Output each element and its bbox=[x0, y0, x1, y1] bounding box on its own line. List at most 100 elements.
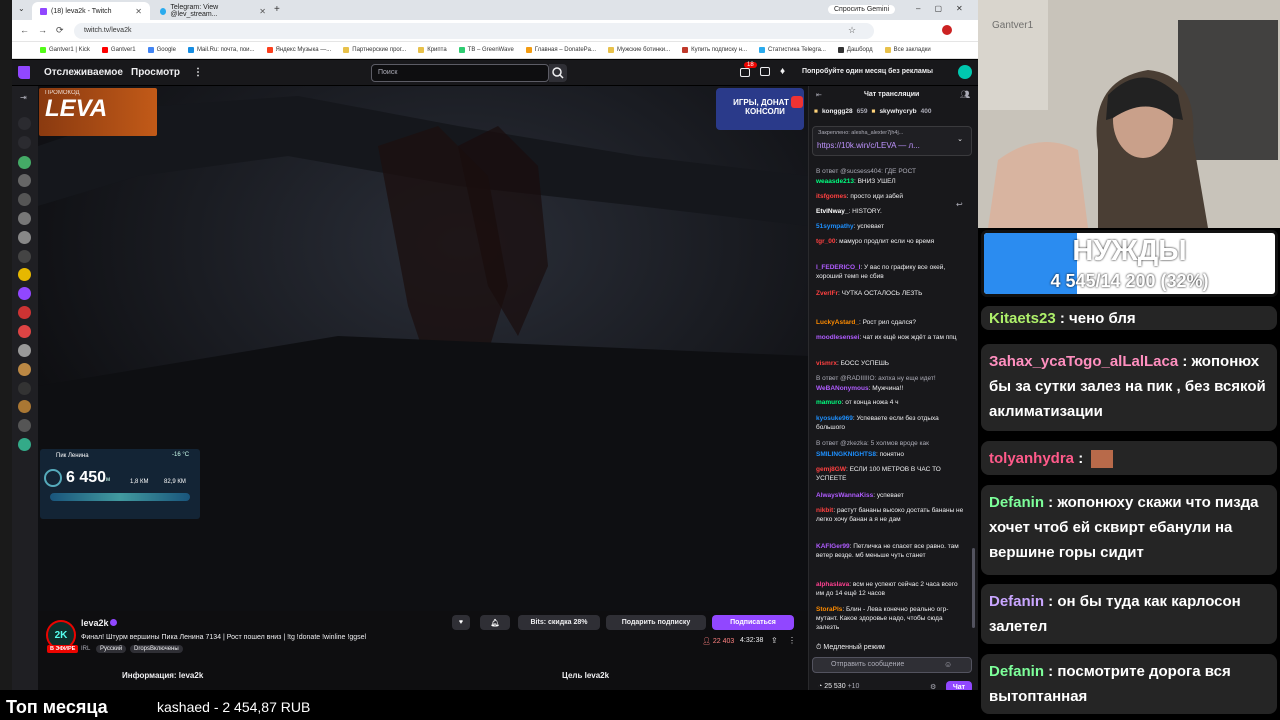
tab-telegram[interactable]: Telegram: View @lev_stream... ✕ bbox=[152, 2, 274, 20]
bookmark-item[interactable]: Mail.Ru: почта, пои... bbox=[187, 47, 255, 53]
chat-username[interactable]: WeBANonymous bbox=[816, 385, 869, 392]
chat-scrollbar[interactable] bbox=[972, 548, 975, 628]
bookmark-item[interactable]: TB – GreenWave bbox=[458, 47, 514, 53]
chat-users-icon[interactable]: 👥︎ bbox=[960, 90, 970, 99]
category-tag[interactable]: IRL bbox=[81, 646, 90, 652]
follow-heart-button[interactable]: ♥ bbox=[452, 615, 470, 630]
profile-avatar[interactable] bbox=[942, 25, 952, 35]
reply-icon[interactable]: ↩ bbox=[956, 200, 963, 209]
chat-username[interactable]: kyosuke969 bbox=[816, 415, 853, 422]
bookmark-item[interactable]: Статистика Telegra... bbox=[759, 47, 826, 53]
followed-channel-avatar[interactable] bbox=[18, 382, 31, 395]
bookmark-item[interactable]: Все закладки bbox=[884, 47, 931, 53]
chevron-down-icon[interactable]: ⌄ bbox=[957, 135, 963, 143]
notifications-button[interactable]: 🔔︎ bbox=[480, 615, 510, 630]
followed-channel-avatar[interactable] bbox=[18, 400, 31, 413]
followed-channel-avatar[interactable] bbox=[18, 174, 31, 187]
chat-username[interactable]: vismrx bbox=[816, 360, 837, 367]
bookmark-item[interactable]: Gantver1 bbox=[101, 47, 136, 53]
chat-username[interactable]: itsfgomes bbox=[816, 193, 847, 200]
whispers-icon[interactable] bbox=[760, 67, 770, 76]
followed-channel-avatar[interactable] bbox=[18, 363, 31, 376]
gift-sub-button[interactable]: Подарить подписку bbox=[606, 615, 706, 630]
chat-username[interactable]: StoraPls bbox=[816, 606, 842, 613]
collapse-sidenav-icon[interactable]: ⇥ bbox=[20, 93, 27, 102]
gemini-button[interactable]: Спросить Gemini bbox=[828, 5, 896, 14]
followed-channel-avatar[interactable] bbox=[18, 212, 31, 225]
prime-promo-button[interactable]: Попробуйте один месяц без рекламы bbox=[802, 68, 933, 75]
tag-drops[interactable]: DropsВключены bbox=[130, 645, 183, 653]
new-tab-button[interactable]: + bbox=[274, 4, 280, 15]
nav-following[interactable]: Отслеживаемое bbox=[44, 67, 123, 78]
bookmark-item[interactable]: Gantver1 | Kick bbox=[40, 47, 90, 53]
bookmark-item[interactable]: Google bbox=[147, 47, 176, 53]
followed-channel-avatar[interactable] bbox=[18, 325, 31, 338]
share-icon[interactable]: ⇪ bbox=[771, 636, 778, 645]
ad-banner[interactable]: ИГРЫ, ДОНАТ И КОНСОЛИ bbox=[716, 88, 804, 130]
tab-search-icon[interactable]: ⌄ bbox=[18, 4, 25, 13]
bookmark-item[interactable]: Дашборд bbox=[837, 47, 873, 53]
live-badge: В ЭФИРЕ bbox=[47, 645, 79, 653]
chat-username[interactable]: KAFIGer99 bbox=[816, 543, 850, 550]
subscribe-button[interactable]: Подписаться bbox=[712, 615, 794, 630]
followed-channel-avatar[interactable] bbox=[18, 268, 31, 281]
chat-username[interactable]: tgr_00 bbox=[816, 238, 836, 245]
crown-icon[interactable]: ♦ bbox=[780, 66, 785, 77]
emote-picker-icon[interactable]: ☺ bbox=[944, 660, 952, 669]
bookmark-item[interactable]: Мужские ботинки... bbox=[608, 47, 670, 53]
chat-username[interactable]: LuckyAstard_ bbox=[816, 319, 859, 326]
followed-channel-avatar[interactable] bbox=[18, 156, 31, 169]
url-field[interactable]: twitch.tv/leva2k bbox=[74, 23, 874, 39]
chat-username[interactable]: moodlesensei bbox=[816, 334, 859, 341]
bookmark-item[interactable]: Главная – DonatePa... bbox=[525, 47, 596, 53]
close-tab-icon[interactable]: ✕ bbox=[135, 7, 142, 16]
bookmark-item[interactable]: Яндекс Музыка —... bbox=[266, 47, 331, 53]
channel-points[interactable]: ◔ 25 530 +10 bbox=[818, 683, 859, 690]
nav-more-icon[interactable]: ⋮ bbox=[193, 67, 203, 78]
followed-channel-avatar[interactable] bbox=[18, 419, 31, 432]
followed-channel-avatar[interactable] bbox=[18, 231, 31, 244]
chat-username[interactable]: weaasde213 bbox=[816, 178, 854, 185]
chat-username[interactable]: AlwaysWannaKiss bbox=[816, 492, 873, 499]
followed-channel-avatar[interactable] bbox=[18, 438, 31, 451]
close-tab-icon[interactable]: ✕ bbox=[259, 7, 266, 16]
pinned-message[interactable]: Закреплено: alesha_alexter7jh4j... https… bbox=[812, 126, 972, 156]
chat-username[interactable]: 51sympathy bbox=[816, 223, 854, 230]
chat-username[interactable]: SMILINGKNIGHTS8 bbox=[816, 451, 876, 458]
chat-username[interactable]: l_FEDERICO_l bbox=[816, 264, 860, 271]
window-controls[interactable]: –▢✕ bbox=[916, 4, 977, 13]
video-player[interactable] bbox=[38, 86, 808, 611]
nav-buttons[interactable]: ←→⟳ bbox=[20, 25, 73, 36]
user-avatar[interactable] bbox=[958, 65, 972, 79]
chat-username[interactable]: nikbit bbox=[816, 507, 833, 514]
bookmark-star-icon[interactable]: ☆ bbox=[848, 25, 856, 36]
more-options-icon[interactable]: ⋮ bbox=[788, 636, 796, 645]
tag-language[interactable]: Русский bbox=[96, 645, 127, 653]
chat-username[interactable]: gemj8GW bbox=[816, 466, 846, 473]
followed-channel-avatar[interactable] bbox=[18, 287, 31, 300]
search-input[interactable]: Поиск bbox=[371, 64, 549, 82]
bookmark-item[interactable]: Партнерские прог... bbox=[343, 47, 406, 53]
chat-username[interactable]: alphaslava bbox=[816, 581, 849, 588]
twitch-logo-icon[interactable] bbox=[18, 66, 30, 79]
followed-channel-avatar[interactable] bbox=[18, 117, 31, 130]
search-button[interactable] bbox=[549, 64, 567, 82]
pinned-link[interactable]: https://10k.win/c/LEVA — л... bbox=[817, 141, 920, 150]
followed-channel-avatar[interactable] bbox=[18, 344, 31, 357]
chat-username[interactable]: ZverlFr bbox=[816, 290, 838, 297]
bits-button[interactable]: Bits: скидка 28% bbox=[518, 615, 600, 630]
channel-name[interactable]: leva2k bbox=[81, 618, 109, 628]
inbox-icon[interactable] bbox=[740, 68, 750, 77]
bookmark-item[interactable]: Купить подписку н... bbox=[682, 47, 747, 53]
heart-icon[interactable] bbox=[18, 136, 31, 149]
chat-username[interactable]: mamuro bbox=[816, 399, 842, 406]
followed-channel-avatar[interactable] bbox=[18, 193, 31, 206]
followed-channel-avatar[interactable] bbox=[18, 306, 31, 319]
nav-browse[interactable]: Просмотр bbox=[131, 67, 180, 78]
tab-twitch[interactable]: (18) leva2k - Twitch ✕ bbox=[32, 2, 150, 20]
collapse-chat-icon[interactable]: ⇤ bbox=[816, 91, 822, 99]
bookmark-item[interactable]: Крипта bbox=[418, 47, 447, 53]
chat-username[interactable]: EtvINway_ bbox=[816, 208, 849, 215]
followed-channel-avatar[interactable] bbox=[18, 250, 31, 263]
chat-message: KAFIGer99: Петличка не спасет все равно.… bbox=[816, 542, 966, 560]
